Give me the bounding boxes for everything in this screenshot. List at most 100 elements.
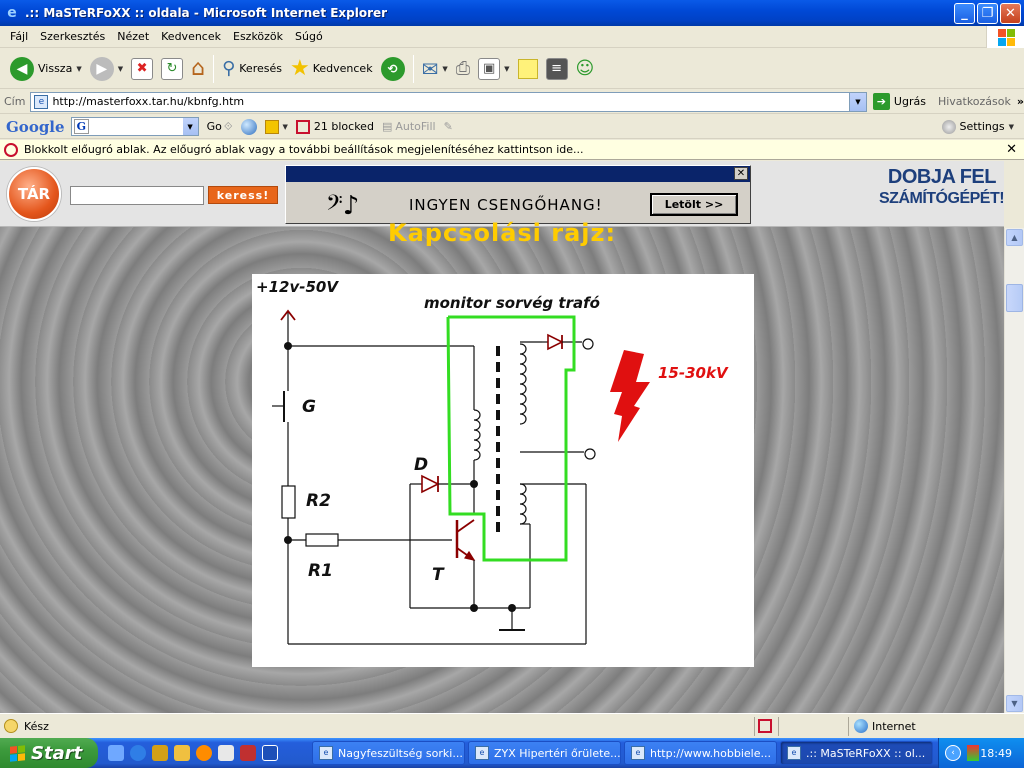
address-dropdown-icon[interactable]: ▼ bbox=[848, 92, 866, 111]
google-news-button[interactable]: ▼ bbox=[264, 119, 288, 134]
go-arrow-icon: ➔ bbox=[872, 93, 890, 110]
favorites-label: Kedvencek bbox=[312, 62, 373, 75]
task-label: Nagyfeszültség sorki... bbox=[338, 746, 463, 760]
ad-banner[interactable]: ✕ 𝄢♪ INGYEN CSENGŐHANG! Letölt >> bbox=[285, 165, 751, 224]
circuit-svg: +12v-50V monitor sorvég trafó 15-30kV G … bbox=[256, 278, 729, 645]
start-button[interactable]: Start bbox=[0, 738, 98, 768]
clock[interactable]: 18:49 bbox=[980, 747, 1012, 760]
scroll-down-icon[interactable]: ▼ bbox=[1006, 695, 1023, 712]
site-search-button[interactable]: keress! bbox=[208, 186, 278, 204]
google-web-button[interactable] bbox=[240, 118, 257, 135]
address-label: Cím bbox=[4, 95, 26, 108]
star-icon: ★ bbox=[289, 56, 310, 81]
google-search-dropdown-icon[interactable]: ▼ bbox=[182, 118, 198, 135]
close-button[interactable]: ✕ bbox=[1000, 2, 1021, 24]
research-button[interactable]: ≡ bbox=[542, 53, 572, 85]
links-chevron-icon[interactable]: » bbox=[1017, 95, 1024, 108]
menu-help[interactable]: Súgó bbox=[289, 30, 329, 43]
information-bar-text[interactable]: Blokkolt előugró ablak. Az előugró ablak… bbox=[24, 143, 584, 156]
minimize-button[interactable]: _ bbox=[954, 2, 975, 24]
ad-text: INGYEN CSENGŐHANG! bbox=[409, 196, 603, 214]
maximize-button[interactable]: ❐ bbox=[977, 2, 998, 24]
go-button[interactable]: ➔ Ugrás bbox=[872, 93, 926, 110]
forward-button[interactable]: ▶ ▼ bbox=[86, 53, 127, 85]
back-dropdown-icon[interactable]: ▼ bbox=[76, 65, 81, 73]
status-divider bbox=[778, 717, 779, 736]
scroll-thumb[interactable] bbox=[1006, 284, 1023, 312]
information-bar[interactable]: Blokkolt előugró ablak. Az előugró ablak… bbox=[0, 140, 1024, 160]
google-news-dropdown-icon[interactable]: ▼ bbox=[283, 123, 288, 131]
messenger-button[interactable]: ☺ bbox=[572, 53, 599, 85]
page-content: TÁR keress! ✕ 𝄢♪ INGYEN CSENGŐHANG! Letö… bbox=[0, 161, 1004, 713]
settings-dropdown-icon: ▼ bbox=[1008, 122, 1014, 131]
refresh-button[interactable]: ↻ bbox=[157, 53, 187, 85]
menu-view[interactable]: Nézet bbox=[111, 30, 155, 43]
menu-file[interactable]: Fájl bbox=[4, 30, 34, 43]
globe-icon bbox=[240, 118, 257, 135]
back-button[interactable]: ◀ Vissza ▼ bbox=[6, 53, 86, 85]
favorites-button[interactable]: ★ Kedvencek bbox=[286, 53, 377, 85]
menu-edit[interactable]: Szerkesztés bbox=[34, 30, 111, 43]
task-button[interactable]: e ZYX Hipertéri őrülete... bbox=[468, 741, 621, 765]
site-header: TÁR keress! ✕ 𝄢♪ INGYEN CSENGŐHANG! Letö… bbox=[0, 161, 1004, 227]
toolbar-separator bbox=[412, 54, 414, 83]
discuss-button[interactable] bbox=[514, 53, 542, 85]
history-icon: ⟲ bbox=[380, 56, 405, 81]
site-search-input[interactable] bbox=[70, 186, 204, 205]
links-label[interactable]: Hivatkozások bbox=[938, 95, 1011, 108]
edit-button[interactable]: ▣ ▼ bbox=[474, 53, 513, 85]
task-button[interactable]: e Nagyfeszültség sorki... bbox=[312, 741, 465, 765]
google-g-icon: G bbox=[73, 119, 89, 134]
settings-label: Settings bbox=[959, 120, 1005, 133]
word-icon[interactable] bbox=[262, 745, 278, 761]
security-zone[interactable]: Internet bbox=[854, 719, 916, 733]
tray-expand-icon[interactable]: ‹ bbox=[945, 745, 961, 761]
menu-favorites[interactable]: Kedvencek bbox=[155, 30, 227, 43]
history-button[interactable]: ⟲ bbox=[377, 53, 409, 85]
archive-icon[interactable] bbox=[240, 745, 256, 761]
winamp-icon[interactable] bbox=[152, 745, 168, 761]
task-label: ZYX Hipertéri őrülete... bbox=[494, 746, 621, 760]
promo-banner[interactable]: DOBJA FEL SZÁMÍTÓGÉPÉT! bbox=[879, 167, 1004, 209]
mail-button[interactable]: ✉ ▼ bbox=[418, 53, 452, 85]
search-button[interactable]: ⚲ Keresés bbox=[218, 53, 286, 85]
print-button[interactable]: ⎙ bbox=[452, 53, 474, 85]
vertical-scrollbar[interactable]: ▲ ▼ bbox=[1004, 228, 1024, 713]
forward-dropdown-icon[interactable]: ▼ bbox=[118, 65, 123, 73]
popup-blocked-count: 21 blocked bbox=[313, 120, 374, 133]
stop-button[interactable]: ✖ bbox=[127, 53, 157, 85]
tar-logo[interactable]: TÁR bbox=[7, 167, 61, 221]
edit-dropdown-icon[interactable]: ▼ bbox=[504, 65, 509, 73]
home-button[interactable]: ⌂ bbox=[187, 53, 209, 85]
google-search-input[interactable]: G ▼ bbox=[70, 117, 199, 136]
task-button-active[interactable]: e .:: MaSTeRFoXX :: ol... bbox=[780, 741, 933, 765]
ad-download-button[interactable]: Letölt >> bbox=[650, 193, 738, 216]
autofill-button[interactable]: ▤ AutoFill bbox=[382, 120, 436, 133]
pencil-icon[interactable] bbox=[174, 745, 190, 761]
google-toolbar: Google G ▼ Go ⟐ ▼ 21 blocked ▤ AutoFill ✎ … bbox=[0, 115, 1024, 139]
tray-app-icon[interactable] bbox=[967, 745, 979, 761]
settings-button[interactable]: Settings ▼ bbox=[942, 119, 1014, 134]
blocked-icon bbox=[4, 142, 18, 157]
information-bar-close-icon[interactable]: ✕ bbox=[1006, 142, 1017, 157]
menu-tools[interactable]: Eszközök bbox=[227, 30, 289, 43]
popup-blocked-button[interactable]: 21 blocked bbox=[295, 119, 374, 134]
desktop-icon[interactable] bbox=[108, 745, 124, 761]
ie-quicklaunch-icon[interactable] bbox=[130, 745, 146, 761]
task-button[interactable]: e http://www.hobbiele... bbox=[624, 741, 777, 765]
autofill-label: AutoFill bbox=[395, 120, 436, 133]
google-logo[interactable]: Google bbox=[6, 118, 65, 136]
popup-blocked-status-icon[interactable] bbox=[758, 719, 772, 733]
document-icon[interactable] bbox=[218, 745, 234, 761]
ad-close-icon[interactable]: ✕ bbox=[734, 167, 748, 180]
transistor-label: T bbox=[432, 565, 445, 585]
media-player-icon[interactable] bbox=[196, 745, 212, 761]
google-go-button[interactable]: Go ⟐ bbox=[207, 120, 233, 134]
highlight-button[interactable]: ✎ bbox=[444, 120, 453, 133]
mail-dropdown-icon[interactable]: ▼ bbox=[442, 65, 447, 73]
forward-arrow-icon: ▶ bbox=[89, 56, 114, 81]
address-url[interactable]: http://masterfoxx.tar.hu/kbnfg.htm bbox=[52, 95, 244, 108]
scroll-up-icon[interactable]: ▲ bbox=[1006, 229, 1023, 246]
page-icon: e bbox=[34, 94, 49, 109]
address-input[interactable]: e http://masterfoxx.tar.hu/kbnfg.htm ▼ bbox=[30, 91, 867, 112]
